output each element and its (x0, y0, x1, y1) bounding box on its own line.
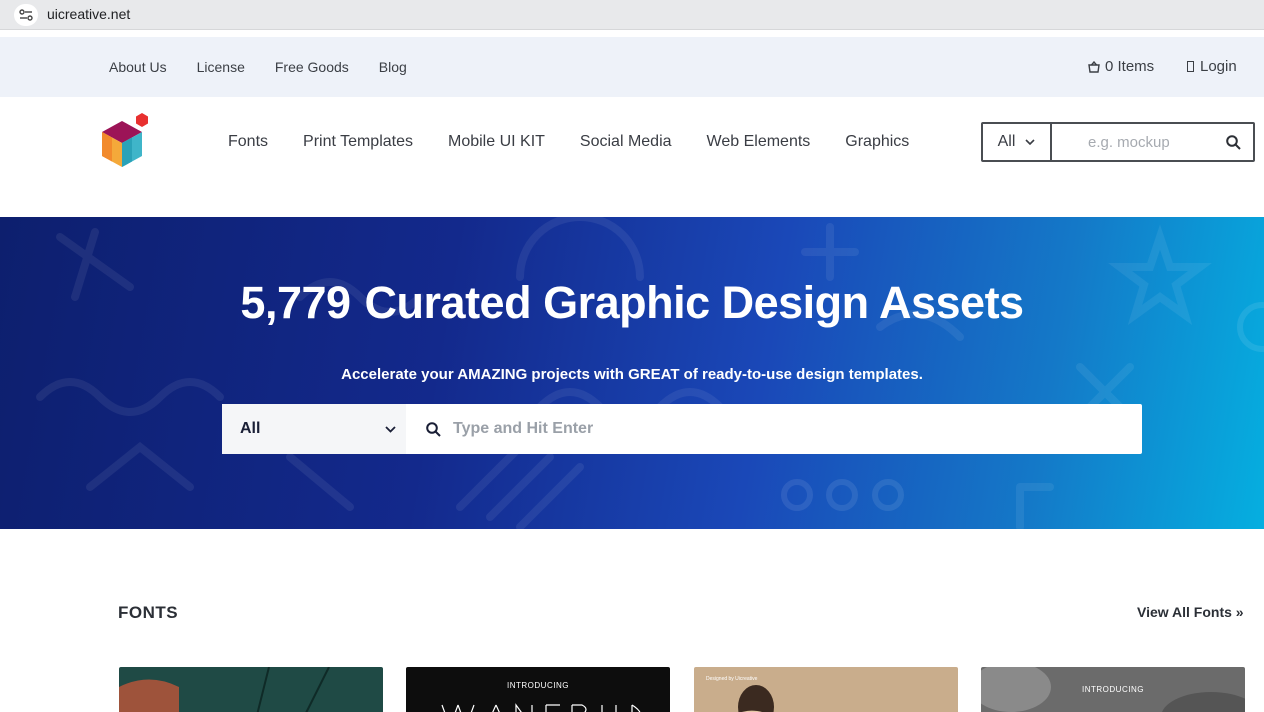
login-button[interactable]: Login (1187, 58, 1237, 75)
utility-links: About Us License Free Goods Blog (109, 59, 437, 75)
font-card[interactable]: Designed by Uicreative (694, 667, 958, 712)
hero-title-text: Curated Graphic Design Assets (364, 277, 1025, 328)
hero-search-input[interactable]: Type and Hit Enter (406, 404, 1142, 454)
nav-link-fonts[interactable]: Fonts (228, 133, 268, 151)
search-icon (1225, 134, 1241, 150)
nav-link-web-elements[interactable]: Web Elements (707, 133, 811, 151)
util-link-license[interactable]: License (197, 59, 245, 75)
header-search-input[interactable]: e.g. mockup (1052, 124, 1213, 160)
hero-subtitle: Accelerate your AMAZING projects with GR… (341, 366, 923, 383)
header-search-category-value: All (997, 133, 1016, 150)
font-card[interactable] (119, 667, 383, 712)
site-info-icon[interactable] (14, 4, 38, 26)
nav-link-social-media[interactable]: Social Media (580, 133, 672, 151)
hero-search-category-select[interactable]: All (222, 404, 406, 454)
util-link-blog[interactable]: Blog (379, 59, 407, 75)
cart-label: 0 Items (1105, 58, 1155, 75)
hero-search: All Type and Hit Enter (222, 404, 1142, 454)
login-label: Login (1200, 58, 1237, 75)
hero-search-category-value: All (240, 420, 261, 437)
main-navigation: Fonts Print Templates Mobile UI KIT Soci… (0, 97, 1264, 217)
font-card[interactable]: INTRODUCING (406, 667, 670, 712)
header-search-category-select[interactable]: All (983, 124, 1052, 160)
card-thumbnail (119, 667, 330, 712)
util-link-free-goods[interactable]: Free Goods (275, 59, 349, 75)
browser-address-bar: uicreative.net (0, 0, 1264, 30)
asset-count: 5,779 (240, 277, 351, 328)
header-search-placeholder: e.g. mockup (1088, 133, 1170, 151)
chevron-down-icon (385, 425, 396, 433)
view-all-fonts-link[interactable]: View All Fonts » (1137, 604, 1244, 620)
card-label: INTRODUCING (1082, 685, 1144, 694)
card-thumbnail: Designed by Uicreative (706, 676, 774, 712)
utility-bar: About Us License Free Goods Blog 0 Items… (0, 37, 1264, 97)
chevron-down-icon (1025, 139, 1035, 145)
card-label: Designed by Uicreative (706, 676, 758, 682)
nav-link-print-templates[interactable]: Print Templates (303, 133, 413, 151)
cart-button[interactable]: 0 Items (1088, 58, 1154, 75)
hero-banner: 5,779 Curated Graphic Design Assets Accel… (0, 217, 1264, 529)
url-text[interactable]: uicreative.net (47, 6, 130, 22)
search-icon (426, 421, 441, 437)
nav-link-mobile-ui-kit[interactable]: Mobile UI KIT (448, 133, 545, 151)
hero-title: 5,779 Curated Graphic Design Assets (0, 277, 1264, 329)
basket-icon (1088, 60, 1100, 73)
font-card[interactable]: INTRODUCING (981, 667, 1245, 712)
user-icon (1187, 61, 1194, 72)
category-nav: Fonts Print Templates Mobile UI KIT Soci… (228, 133, 944, 151)
site-logo[interactable] (98, 113, 152, 171)
header-search-button[interactable] (1213, 124, 1253, 160)
card-thumbnail (441, 703, 641, 712)
hero-search-placeholder: Type and Hit Enter (453, 420, 594, 437)
section-title-fonts: FONTS (118, 603, 179, 622)
util-link-about[interactable]: About Us (109, 59, 167, 75)
nav-link-graphics[interactable]: Graphics (845, 133, 909, 151)
header-search: All e.g. mockup (981, 122, 1255, 162)
